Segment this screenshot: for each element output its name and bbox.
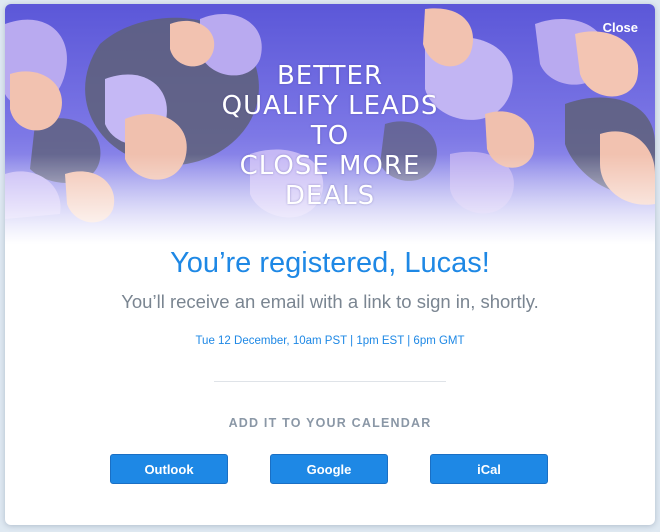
hero-headline-line-4: CLOSE MORE <box>239 151 421 181</box>
confirmation-subtitle: You’ll receive an email with a link to s… <box>121 291 539 312</box>
calendar-heading: ADD IT TO YOUR CALENDAR <box>228 416 432 430</box>
registration-modal: BETTER QUALIFY LEADS TO CLOSE MORE DEALS… <box>5 4 655 525</box>
close-button[interactable]: Close <box>603 20 638 35</box>
divider <box>214 381 446 382</box>
hero-headline-line-1: BETTER <box>276 61 384 91</box>
ical-button[interactable]: iCal <box>430 454 548 484</box>
event-datetime: Tue 12 December, 10am PST | 1pm EST | 6p… <box>195 335 465 347</box>
hero-headline-line-5: DEALS <box>284 181 376 211</box>
google-button[interactable]: Google <box>270 454 388 484</box>
hero-banner: BETTER QUALIFY LEADS TO CLOSE MORE DEALS <box>5 4 655 244</box>
confirmation-title: You’re registered, Lucas! <box>170 247 490 279</box>
hero-headline-line-2: QUALIFY LEADS <box>221 91 439 121</box>
outlook-button[interactable]: Outlook <box>110 454 228 484</box>
hero-headline-line-3: TO <box>310 121 350 151</box>
